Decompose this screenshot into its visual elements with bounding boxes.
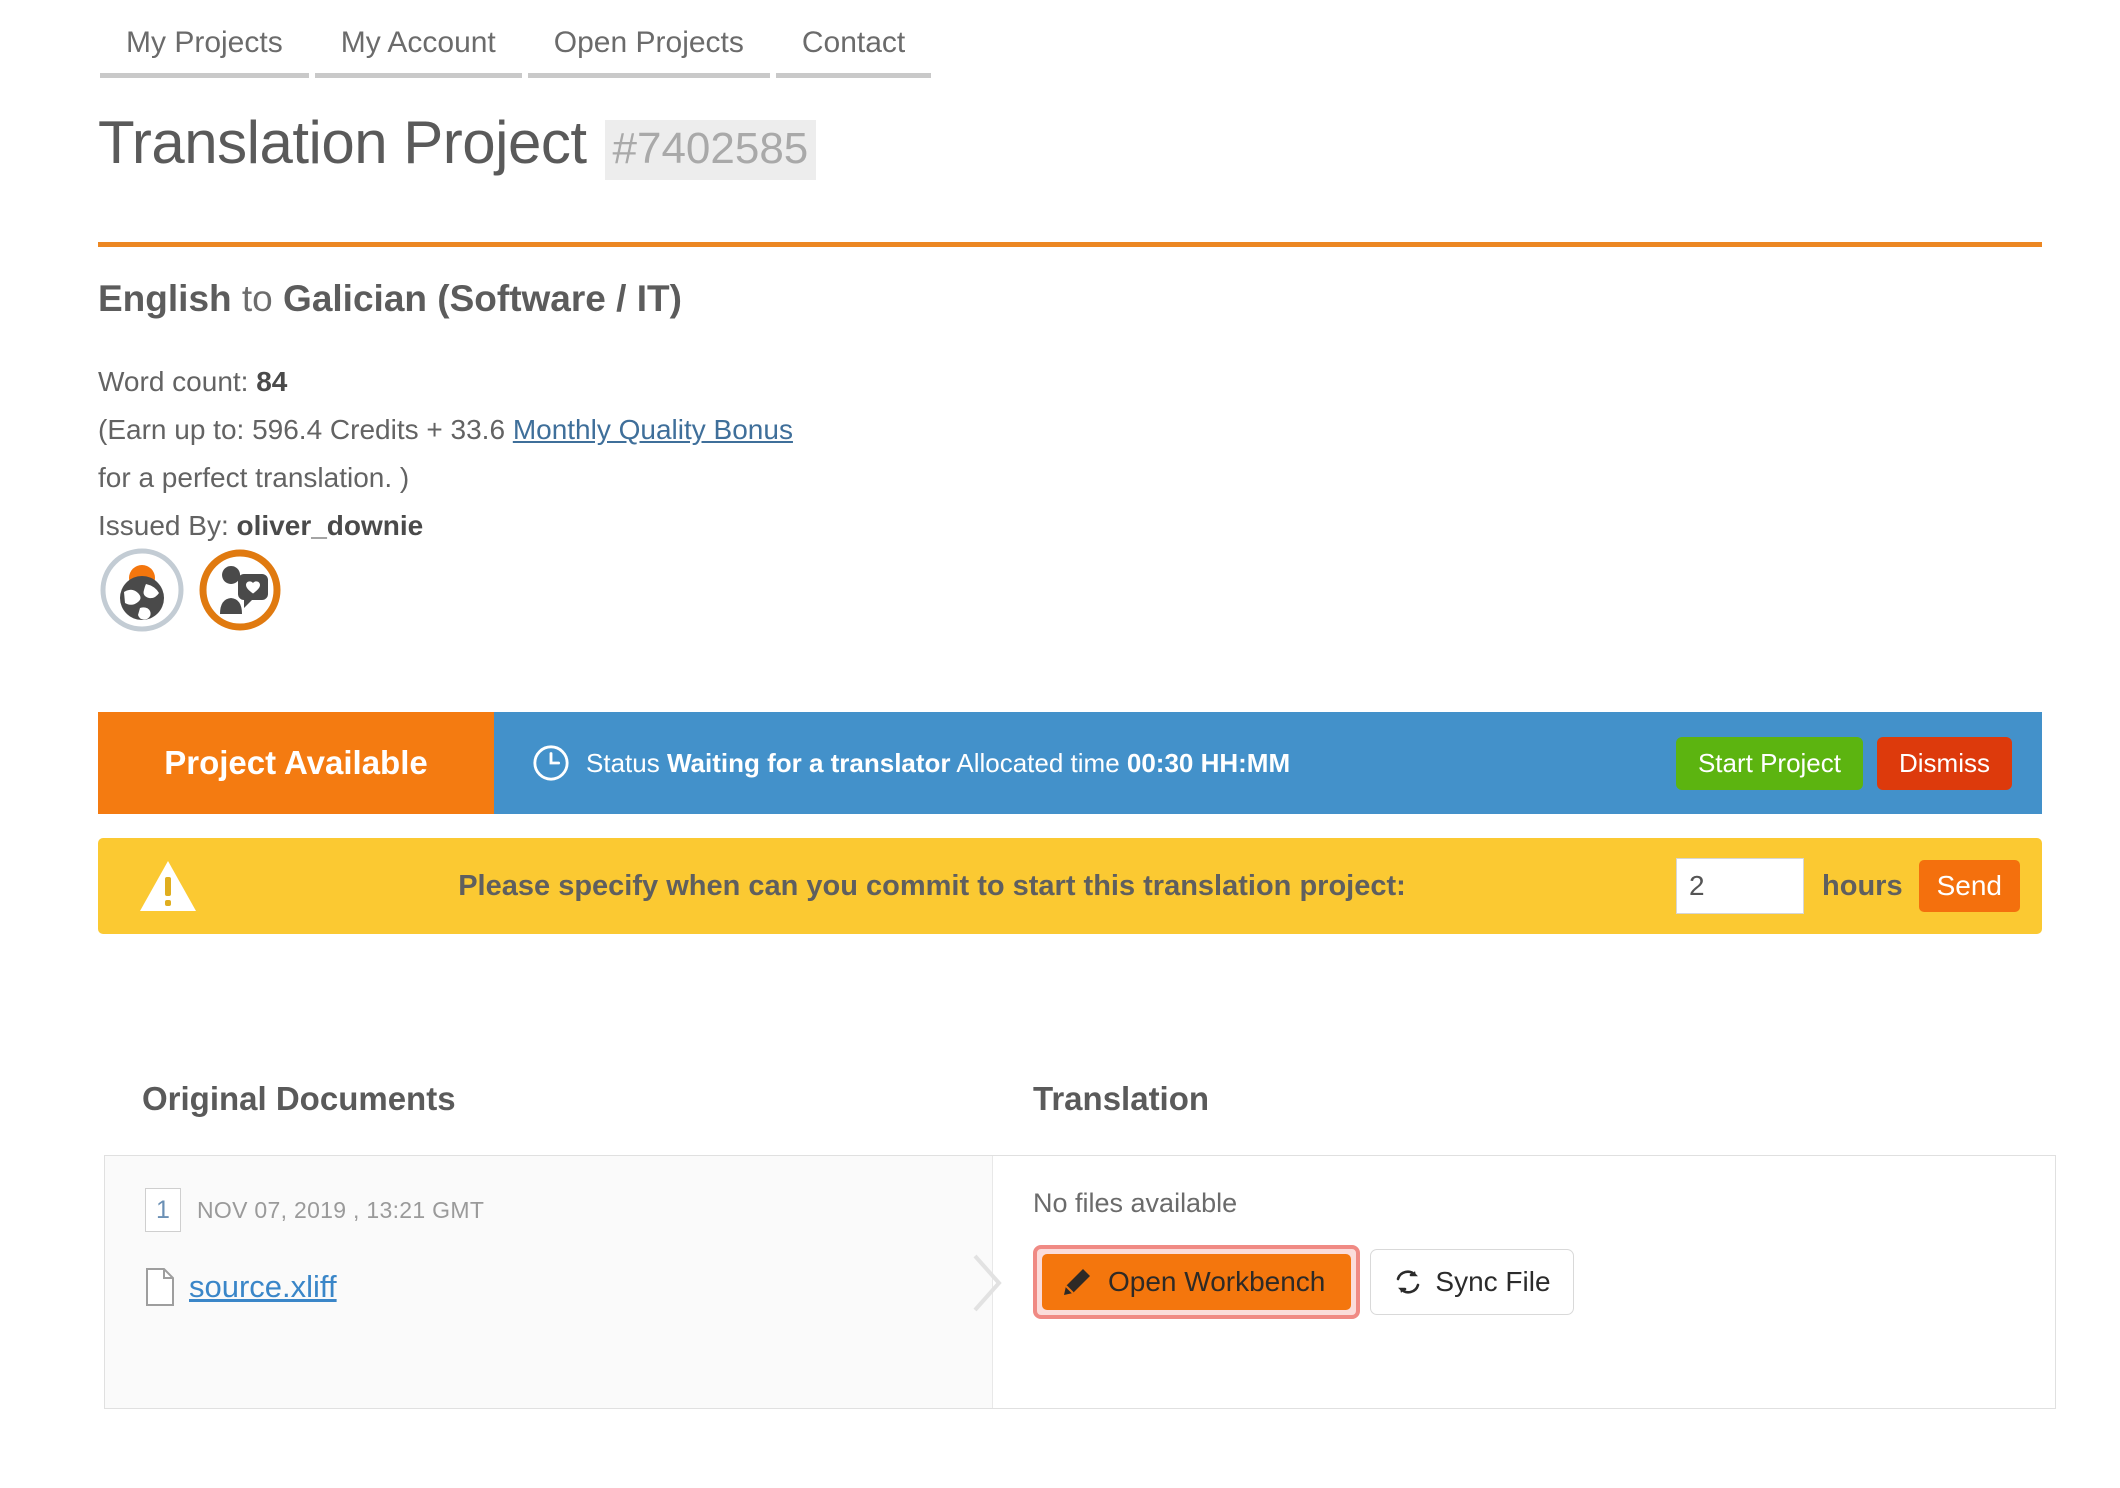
documents-panel: 1 NOV 07, 2019 , 13:21 GMT source.xliff …	[104, 1155, 2056, 1409]
document-index: 1	[145, 1188, 181, 1232]
open-workbench-label: Open Workbench	[1108, 1266, 1326, 1297]
project-availability-badge: Project Available	[98, 712, 494, 814]
allocated-time-value: 00:30 HH:MM	[1126, 747, 1291, 778]
status-bar: Project Available Status Waiting for a t…	[98, 712, 2042, 814]
title-divider	[98, 242, 2042, 247]
commit-time-message: Please specify when can you commit to st…	[458, 869, 1406, 902]
issued-by-value: oliver_downie	[236, 510, 424, 541]
clock-icon	[533, 745, 569, 781]
chevron-right-icon	[973, 1254, 1002, 1312]
nav-item-my-projects[interactable]: My Projects	[100, 26, 309, 78]
no-files-message: No files available	[1033, 1188, 1238, 1218]
commit-time-banner: Please specify when can you commit to st…	[98, 838, 2042, 934]
translation-heading: Translation	[1033, 1080, 1210, 1117]
status-value: Waiting for a translator	[666, 747, 951, 778]
page-title: Translation Project #7402585	[98, 108, 817, 180]
earnings-suffix: for a perfect translation. )	[98, 462, 410, 493]
status-details: Status Waiting for a translator Allocate…	[494, 712, 2042, 814]
file-icon	[146, 1268, 174, 1306]
status-label: Status	[586, 747, 667, 778]
open-workbench-highlight: Open Workbench	[1033, 1245, 1361, 1319]
speech-heart-badge-icon	[198, 548, 282, 632]
original-documents-heading: Original Documents	[142, 1080, 456, 1117]
earnings-row: (Earn up to: 596.4 Credits + 33.6 Monthl…	[98, 406, 793, 454]
language-pair: English to Galician (Software / IT)	[98, 278, 682, 320]
original-documents-column: 1 NOV 07, 2019 , 13:21 GMT source.xliff	[105, 1156, 993, 1408]
nav-item-open-projects[interactable]: Open Projects	[527, 26, 770, 78]
target-language: Galician (Software / IT)	[283, 278, 682, 319]
source-language: English	[98, 278, 232, 319]
document-date: NOV 07, 2019 , 13:21 GMT	[197, 1196, 485, 1223]
hours-label: hours	[1822, 869, 1903, 902]
earnings-prefix: (Earn up to: 596.4 Credits + 33.6	[98, 414, 513, 445]
warning-icon	[140, 861, 196, 911]
main-navigation: My Projects My Account Open Projects Con…	[100, 26, 937, 78]
word-count-row: Word count: 84	[98, 358, 793, 406]
dismiss-button[interactable]: Dismiss	[1877, 736, 2012, 790]
page-title-text: Translation Project	[98, 109, 587, 176]
issued-by-label: Issued By:	[98, 510, 237, 541]
project-details: Word count: 84 (Earn up to: 596.4 Credit…	[98, 358, 793, 550]
page-root: My Projects My Account Open Projects Con…	[0, 0, 2120, 1488]
start-project-button[interactable]: Start Project	[1675, 736, 1863, 790]
monthly-quality-bonus-link[interactable]: Monthly Quality Bonus	[513, 414, 793, 445]
language-connector: to	[231, 278, 284, 319]
translation-column: No files available Open Workbench Sync F…	[973, 1156, 2055, 1408]
project-id-badge: #7402585	[604, 120, 817, 180]
issuer-badges	[100, 548, 282, 632]
document-meta: 1 NOV 07, 2019 , 13:21 GMT	[145, 1188, 992, 1232]
commit-hours-input[interactable]	[1676, 858, 1805, 914]
sync-file-button[interactable]: Sync File	[1370, 1249, 1574, 1315]
send-button[interactable]: Send	[1918, 860, 2020, 912]
sync-icon	[1397, 1270, 1420, 1294]
nav-item-my-account[interactable]: My Account	[314, 26, 522, 78]
document-file-row: source.xliff	[145, 1268, 992, 1306]
source-file-link[interactable]: source.xliff	[189, 1269, 337, 1305]
translation-actions: Open Workbench Sync File	[1033, 1245, 2055, 1319]
sync-file-label: Sync File	[1435, 1266, 1551, 1297]
nav-item-contact[interactable]: Contact	[775, 26, 932, 78]
status-message: Status Waiting for a translator Allocate…	[586, 748, 1290, 779]
allocated-time-label: Allocated time	[950, 747, 1127, 778]
status-actions: Start Project Dismiss	[1675, 736, 2018, 790]
word-count-value: 84	[256, 366, 288, 397]
issued-by-row: Issued By: oliver_downie	[98, 502, 793, 550]
globe-sunrise-badge-icon	[100, 548, 184, 632]
word-count-label: Word count:	[98, 366, 257, 397]
pencil-icon	[1064, 1269, 1090, 1295]
open-workbench-button[interactable]: Open Workbench	[1042, 1254, 1352, 1310]
